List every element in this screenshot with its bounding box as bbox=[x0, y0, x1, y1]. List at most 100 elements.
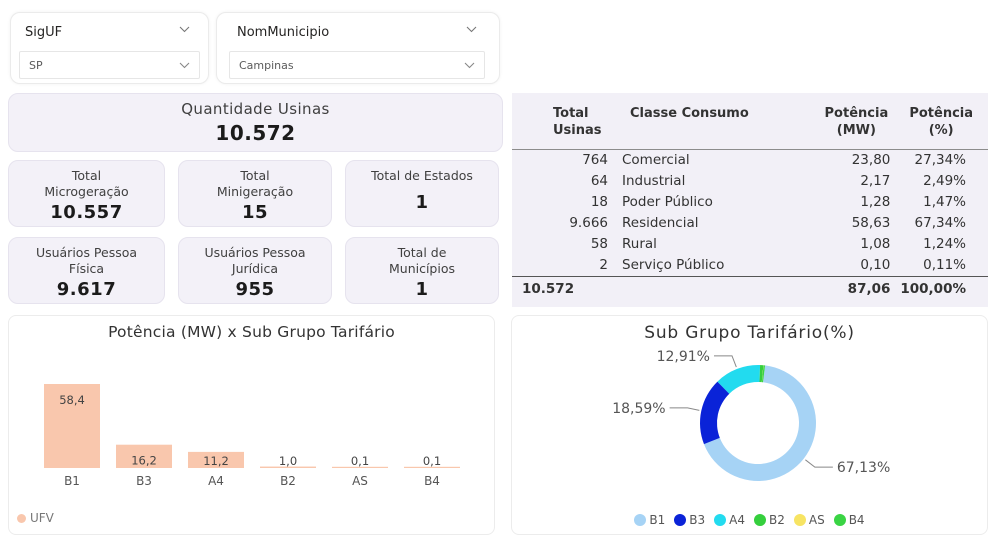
cell-potencia-mw: 1,28 bbox=[860, 193, 891, 210]
kpi-quantidade-usinas: Quantidade Usinas 10.572 bbox=[8, 93, 503, 152]
kpi-label: Usuários Pessoa bbox=[35, 245, 138, 260]
col-header-classe-consumo[interactable]: Classe Consumo bbox=[608, 93, 812, 139]
cell-potencia-mw: 23,80 bbox=[851, 151, 891, 168]
classe-consumo-table: Total Usinas Classe Consumo Potência (MW… bbox=[512, 93, 988, 307]
bar-value-label: 11,2 bbox=[203, 454, 229, 468]
legend-label[interactable]: UFV bbox=[30, 511, 54, 525]
header-line: Potência bbox=[824, 106, 889, 121]
donut-slice-B3[interactable] bbox=[700, 381, 730, 445]
bar-legend: UFV bbox=[17, 511, 54, 525]
table-row: 64 Industrial 2,17 2,49% bbox=[512, 171, 988, 192]
cell-total-usinas: 64 bbox=[590, 172, 608, 189]
cell-potencia-pct: 0,11% bbox=[923, 256, 966, 273]
cell-total-usinas: 764 bbox=[582, 151, 608, 168]
legend-item-A4[interactable]: A4 bbox=[714, 513, 745, 527]
legend-item-B1[interactable]: B1 bbox=[634, 513, 665, 527]
total-potencia-pct: 100,00% bbox=[900, 280, 966, 297]
cell-potencia-pct: 67,34% bbox=[914, 214, 966, 231]
bar-value-label: 58,4 bbox=[59, 393, 85, 407]
cell-potencia-mw: 2,17 bbox=[860, 172, 891, 189]
donut-value-label: 12,91% bbox=[657, 349, 710, 365]
uf-slicer-title: SigUF bbox=[25, 25, 63, 40]
donut-legend: B1 B3 A4 B2 AS B4 bbox=[512, 513, 987, 527]
header-line: Potência bbox=[909, 106, 974, 121]
legend-dot-icon bbox=[793, 514, 806, 526]
donut-chart-panel: Sub Grupo Tarifário(%) 67,13% 18,59% 12,91… bbox=[511, 315, 988, 535]
cell-classe: Poder Público bbox=[622, 193, 713, 210]
chevron-down-icon bbox=[464, 62, 475, 69]
legend-label: B1 bbox=[649, 513, 666, 527]
legend-label: A4 bbox=[729, 513, 745, 527]
cell-total-usinas: 18 bbox=[590, 193, 608, 210]
legend-item-B2[interactable]: B2 bbox=[754, 513, 785, 527]
kpi-usuarios-pessoa-fisica: Usuários Pessoa Física 9.617 bbox=[8, 237, 165, 304]
x-tick-label: AS bbox=[352, 474, 368, 488]
bar-value-label: 0,1 bbox=[423, 454, 441, 468]
bar-value-label: 0,1 bbox=[351, 454, 369, 468]
kpi-label: Usuários Pessoa bbox=[204, 245, 306, 260]
total-classe-empty bbox=[608, 276, 812, 302]
col-header-potencia-pct[interactable]: Potência (%) bbox=[900, 93, 988, 139]
uf-dropdown-value: SP bbox=[29, 59, 43, 72]
kpi-value: 955 bbox=[235, 279, 275, 300]
cell-classe: Residencial bbox=[622, 214, 699, 231]
kpi-total-municipios: Total de Municípios 1 bbox=[345, 237, 499, 304]
total-usinas: 10.572 bbox=[522, 280, 575, 297]
uf-dropdown[interactable]: SP bbox=[19, 51, 200, 79]
legend-dot-icon bbox=[634, 514, 647, 526]
cell-total-usinas: 58 bbox=[590, 235, 608, 252]
table-header-row: Total Usinas Classe Consumo Potência (MW… bbox=[512, 93, 988, 139]
kpi-label: Municípios bbox=[388, 261, 455, 276]
kpi-value: 1 bbox=[415, 192, 429, 213]
legend-label: AS bbox=[808, 513, 825, 527]
legend-dot-icon bbox=[17, 513, 26, 523]
cell-potencia-pct: 1,24% bbox=[923, 235, 966, 252]
cell-potencia-mw: 0,10 bbox=[860, 256, 891, 273]
legend-label: B2 bbox=[769, 513, 785, 527]
cell-total-usinas: 2 bbox=[599, 256, 608, 273]
legend-item-B4[interactable]: B4 bbox=[833, 513, 865, 527]
header-line: (MW) bbox=[836, 123, 876, 138]
kpi-label: Quantidade Usinas bbox=[181, 100, 330, 118]
municipio-dropdown-value: Campinas bbox=[239, 59, 294, 72]
cell-classe: Comercial bbox=[622, 151, 690, 168]
donut-chart: 67,13% 18,59% 12,91% bbox=[612, 349, 890, 481]
chevron-down-icon[interactable] bbox=[466, 26, 477, 33]
cell-classe: Industrial bbox=[622, 172, 686, 189]
kpi-label: Física bbox=[68, 261, 105, 276]
chevron-down-icon[interactable] bbox=[179, 26, 190, 33]
legend-item-B3[interactable]: B3 bbox=[674, 513, 705, 527]
table-row: 2 Serviço Público 0,10 0,11% bbox=[512, 255, 988, 277]
kpi-label: Total de Estados bbox=[371, 168, 473, 183]
legend-label: B4 bbox=[848, 513, 865, 527]
kpi-total-microgeracao: Total Microgeração 10.557 bbox=[8, 160, 165, 227]
kpi-usuarios-pessoa-juridica: Usuários Pessoa Jurídica 955 bbox=[178, 237, 332, 304]
legend-dot-icon bbox=[674, 514, 687, 526]
kpi-value: 9.617 bbox=[56, 279, 117, 300]
col-header-potencia-mw[interactable]: Potência (MW) bbox=[812, 93, 900, 139]
cell-potencia-pct: 1,47% bbox=[923, 193, 966, 210]
x-tick-label: B1 bbox=[64, 474, 80, 488]
kpi-value: 15 bbox=[241, 202, 269, 223]
leader-line bbox=[805, 459, 833, 468]
total-potencia-mw: 87,06 bbox=[847, 280, 891, 297]
table-row: 58 Rural 1,08 1,24% bbox=[512, 234, 988, 255]
col-header-total-usinas[interactable]: Total Usinas bbox=[512, 93, 608, 139]
bar-value-label: 16,2 bbox=[131, 454, 157, 468]
bar-value-label: 1,0 bbox=[279, 454, 297, 468]
municipio-dropdown[interactable]: Campinas bbox=[229, 51, 485, 79]
legend-item-AS[interactable]: AS bbox=[793, 513, 825, 527]
kpi-value: 10.557 bbox=[50, 202, 123, 223]
cell-potencia-mw: 58,63 bbox=[851, 214, 891, 231]
header-line: Usinas bbox=[553, 123, 602, 138]
header-line: (%) bbox=[928, 123, 954, 138]
kpi-label: Total de bbox=[397, 245, 447, 260]
kpi-value: 10.572 bbox=[215, 121, 296, 145]
x-tick-label: B3 bbox=[136, 474, 152, 488]
municipio-slicer: NomMunicipio Campinas bbox=[216, 12, 500, 84]
kpi-label: Microgeração bbox=[44, 184, 129, 199]
bar-chart-panel: Potência (MW) x Sub Grupo Tarifário 58,4… bbox=[8, 315, 495, 535]
kpi-label: Jurídica bbox=[231, 261, 279, 276]
cell-potencia-mw: 1,08 bbox=[860, 235, 891, 252]
x-tick-label: B4 bbox=[424, 474, 440, 488]
